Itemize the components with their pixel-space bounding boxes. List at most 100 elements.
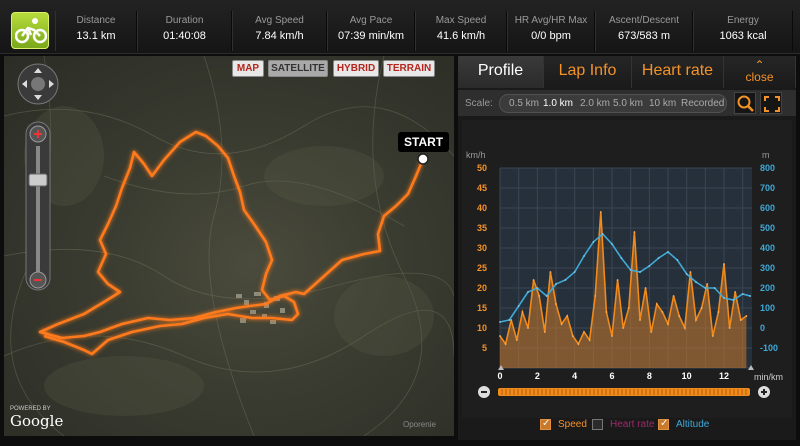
speed-point: [667, 323, 669, 325]
map-type-map-button[interactable]: MAP: [232, 60, 264, 77]
scale-label: Scale:: [465, 98, 493, 109]
speed-point: [555, 303, 557, 305]
speed-point: [745, 315, 748, 317]
speed-point: [577, 343, 580, 345]
altitude-point: [704, 287, 707, 289]
y2-tick-label: 0: [760, 323, 765, 333]
stat-value: 41.6 km/h: [436, 30, 486, 42]
speed-point: [739, 319, 742, 321]
y-tick-label: 10: [477, 323, 487, 333]
speed-point: [566, 315, 569, 317]
x-tick-label: 10: [682, 371, 692, 381]
scale-option-2-0km[interactable]: 2.0 km: [580, 98, 610, 109]
x-tick-label: 0: [497, 371, 502, 381]
stats-bar: Distance 13.1 km Duration 01:40:08 Avg S…: [0, 0, 800, 54]
altitude-point: [564, 279, 567, 281]
expand-icon-button[interactable]: [760, 92, 782, 114]
y-tick-label: 50: [477, 163, 487, 173]
stat-label: HR Avg/HR Max: [514, 15, 588, 26]
y2-tick-label: 100: [760, 303, 775, 313]
range-slider-track: [498, 388, 750, 396]
y2-tick-label: -100: [760, 343, 778, 353]
map-copyright: Oporenie: [403, 420, 436, 429]
google-logo: Google: [10, 412, 64, 430]
stat-duration: Duration 01:40:08: [137, 11, 232, 51]
profile-chart[interactable]: km/h m min/km 50 45 40 35 30 25 20 15 10 5 800 700 600 5…: [462, 120, 792, 418]
y2-tick-label: 600: [760, 203, 775, 213]
map-terrain: [4, 56, 454, 436]
stat-energy: Energy 1063 kcal: [693, 11, 793, 51]
speed-point: [650, 331, 653, 333]
stat-label: Max Speed: [435, 15, 487, 26]
x-tick-label: 2: [535, 371, 540, 381]
altitude-point: [723, 297, 725, 299]
altitude-checkbox[interactable]: [658, 418, 669, 430]
altitude-point: [629, 269, 632, 271]
x-tick-label: 8: [647, 371, 652, 381]
app-window: Distance 13.1 km Duration 01:40:08 Avg S…: [0, 0, 800, 446]
speed-point: [571, 335, 574, 337]
scale-option-recorded[interactable]: Recorded: [681, 98, 724, 109]
chart-legend: Speed Heart rate Altitude: [458, 415, 796, 435]
altitude-point: [592, 241, 595, 243]
stat-label: Duration: [165, 15, 204, 26]
speed-point: [521, 311, 524, 313]
route-map[interactable]: MAP SATELLITE HYBRID TERRAIN START POWER…: [4, 56, 454, 436]
speed-point: [689, 271, 692, 273]
y2-axis-unit: m: [762, 150, 770, 160]
profile-chart-svg: km/h mmin/km50454035302520151058007006005…: [466, 150, 783, 398]
altitude-point: [555, 283, 557, 285]
stat-avg-pace: Avg Pace 07:39 min/km: [327, 11, 415, 51]
altitude-point: [517, 305, 520, 307]
altitude-point: [639, 271, 641, 273]
zoom-search-icon-button[interactable]: [734, 92, 756, 114]
stat-label: Ascent/Descent: [608, 15, 680, 26]
altitude-point: [648, 265, 651, 267]
stat-value: 673/583 m: [618, 30, 670, 42]
map-type-satellite-button[interactable]: SATELLITE: [268, 60, 328, 77]
tab-lap-info[interactable]: Lap Info: [544, 56, 632, 88]
scale-option-5-0km[interactable]: 5.0 km: [613, 98, 643, 109]
y-tick-label: 25: [477, 263, 487, 273]
stat-value: 07:39 min/km: [337, 30, 405, 42]
stat-value: 13.1 km: [76, 30, 116, 42]
cycling-icon[interactable]: [11, 12, 49, 49]
stat-label: Avg Speed: [255, 15, 304, 26]
speed-checkbox[interactable]: [540, 418, 551, 430]
legend-speed-label: Speed: [558, 419, 587, 430]
close-button[interactable]: ⌃ close: [724, 56, 796, 88]
speed-point: [549, 271, 552, 273]
altitude-point: [620, 257, 623, 259]
altitude-point: [695, 281, 697, 283]
y-tick-label: 35: [477, 223, 487, 233]
altitude-point: [713, 287, 716, 289]
scale-option-0-5km[interactable]: 0.5 km: [509, 98, 539, 109]
y2-tick-label: 300: [760, 263, 775, 273]
speed-point: [644, 287, 647, 289]
legend-heart-rate-label: Heart rate: [610, 419, 655, 430]
map-zoom-control[interactable]: [14, 60, 62, 295]
speed-point: [616, 279, 619, 281]
stat-label: Avg Pace: [349, 15, 393, 26]
scale-option-10km[interactable]: 10 km: [649, 98, 676, 109]
speed-point: [594, 295, 597, 297]
scale-option-1-0km[interactable]: 1.0 km: [543, 98, 573, 109]
altitude-point: [527, 291, 529, 293]
y2-tick-label: 400: [760, 243, 775, 253]
legend-altitude-label: Altitude: [676, 419, 710, 430]
speed-point: [706, 283, 709, 285]
tab-profile[interactable]: Profile: [458, 56, 544, 88]
altitude-point: [611, 243, 613, 245]
tab-heart-rate[interactable]: Heart rate: [632, 56, 724, 88]
heart-rate-checkbox[interactable]: [592, 419, 603, 430]
altitude-point: [536, 287, 539, 289]
close-label: close: [745, 70, 774, 84]
altitude-point: [685, 273, 688, 275]
map-type-hybrid-button[interactable]: HYBRID: [333, 60, 379, 77]
altitude-point: [657, 257, 660, 259]
y-tick-label: 30: [477, 243, 487, 253]
map-type-terrain-button[interactable]: TERRAIN: [383, 60, 435, 77]
stat-max-speed: Max Speed 41.6 km/h: [415, 11, 507, 51]
speed-point: [538, 295, 541, 297]
speed-point: [655, 303, 658, 305]
